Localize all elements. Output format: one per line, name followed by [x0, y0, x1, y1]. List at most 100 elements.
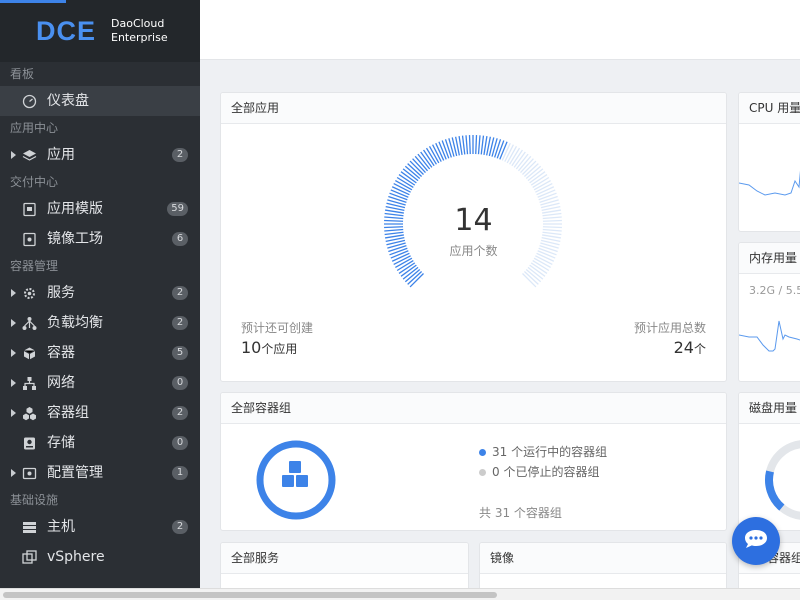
sidebar-item-label: 镜像工场	[47, 231, 103, 247]
sidebar-item[interactable]: vSphere	[0, 542, 200, 572]
sidebar-item-label: 服务	[47, 285, 75, 301]
can-create-number: 10	[241, 338, 262, 357]
chat-bubble-icon	[745, 530, 767, 548]
sidebar-item[interactable]: 仪表盘	[0, 86, 200, 116]
gauge-tick	[480, 135, 485, 155]
sidebar-item[interactable]: 应用 2	[0, 140, 200, 170]
sidebar-item[interactable]: 主机 2	[0, 512, 200, 542]
sidebar-item-label: 容器	[47, 345, 75, 361]
total-apps-number: 24	[673, 338, 694, 357]
layers-icon	[22, 150, 37, 161]
scrollbar-thumb[interactable]	[3, 592, 497, 598]
expand-caret-icon[interactable]	[11, 379, 16, 387]
sidebar: DCE DaoCloud Enterprise 看板 仪表盘 应用中心 应用 2 交付中心…	[0, 0, 200, 588]
sidebar-item[interactable]: 容器 5	[0, 338, 200, 368]
gauge-tick	[461, 135, 466, 155]
sidebar-item-label: 应用	[47, 147, 75, 163]
cpu-sparkline	[739, 170, 800, 196]
pods-running-text: 31 个运行中的容器组	[492, 445, 608, 459]
sidebar-item[interactable]: 容器组 2	[0, 398, 200, 428]
total-apps-value: 24个	[674, 338, 706, 357]
load-balancer-icon	[22, 317, 37, 330]
top-progress-line	[0, 0, 66, 3]
horizontal-scrollbar[interactable]	[0, 588, 800, 600]
gauge-tick	[441, 140, 450, 159]
can-create-unit: 个应用	[261, 342, 298, 356]
all-apps-card: 全部应用 14 应用个数 预计还可创建 10个应用 预计应用总数 24个	[220, 92, 727, 382]
sidebar-section-title: 应用中心	[10, 121, 59, 135]
sidebar-item[interactable]: 镜像工场 6	[0, 224, 200, 254]
card-title[interactable]: CPU 用量	[739, 93, 800, 124]
count-badge: 0	[172, 376, 188, 390]
pods-stopped: 0 个已停止的容器组	[479, 463, 599, 480]
logo[interactable]: DCE DaoCloud Enterprise	[0, 0, 200, 62]
sidebar-item[interactable]: 配置管理 1	[0, 458, 200, 488]
gauge-tick	[496, 140, 505, 159]
memory-usage-card: 内存用量 3.2G / 5.5	[738, 242, 800, 382]
count-badge: 6	[172, 232, 188, 246]
gauge-tick	[465, 135, 469, 155]
image-factory-icon	[23, 232, 36, 247]
chat-button[interactable]	[732, 517, 780, 565]
card-title[interactable]: 全部容器组	[221, 393, 726, 424]
expand-caret-icon[interactable]	[11, 289, 16, 297]
card-title[interactable]: 全部应用	[221, 93, 726, 124]
sidebar-item[interactable]: 负载均衡 2	[0, 308, 200, 338]
expand-caret-icon[interactable]	[11, 349, 16, 357]
sidebar-item-label: 仪表盘	[47, 93, 89, 109]
sidebar-section-title: 交付中心	[10, 175, 59, 189]
sidebar-item[interactable]: 网络 0	[0, 368, 200, 398]
logo-mark: DCE	[36, 16, 97, 46]
gauge-tick	[538, 192, 557, 201]
card-title[interactable]: 磁盘用量	[739, 393, 800, 424]
total-apps-unit: 个	[693, 342, 706, 356]
sidebar-section-title: 容器管理	[10, 259, 59, 273]
expand-caret-icon[interactable]	[11, 151, 16, 159]
pods-ring	[256, 440, 336, 520]
can-create-value: 10个应用	[241, 338, 297, 357]
expand-caret-icon[interactable]	[11, 409, 16, 417]
total-apps-label: 预计应用总数	[633, 321, 706, 335]
top-bar	[200, 0, 800, 60]
container-group-icon	[23, 407, 36, 421]
card-title[interactable]: 全部服务	[221, 543, 468, 574]
card-title[interactable]: 内存用量	[739, 243, 800, 274]
memory-sparkline	[739, 320, 800, 352]
storage-icon	[24, 437, 35, 450]
app-count-label: 应用个数	[449, 244, 498, 258]
gauge-tick	[477, 135, 481, 155]
host-icon	[23, 522, 36, 533]
main-content: 全部应用 14 应用个数 预计还可创建 10个应用 预计应用总数 24个 全部容…	[200, 0, 800, 588]
sidebar-item-label: 配置管理	[47, 465, 103, 481]
dashboard-icon	[22, 94, 37, 109]
memory-subtitle: 3.2G / 5.5	[749, 284, 800, 297]
logo-line2: Enterprise	[111, 31, 168, 44]
stopped-dot	[479, 469, 486, 476]
expand-caret-icon[interactable]	[11, 469, 16, 477]
network-icon	[23, 377, 36, 390]
all-pods-card: 全部容器组 31 个运行中的容器组 0 个已停止的容器组 共 31 个容器组	[220, 392, 727, 531]
sidebar-section-title: 看板	[10, 67, 35, 81]
container-icon	[23, 347, 36, 360]
count-badge: 5	[172, 346, 188, 360]
pods-total: 共 31 个容器组	[479, 506, 562, 520]
sidebar-item[interactable]: 应用模版 59	[0, 194, 200, 224]
all-services-card: 全部服务	[220, 542, 469, 588]
can-create-label: 预计还可创建	[241, 321, 314, 335]
expand-caret-icon[interactable]	[11, 319, 16, 327]
count-badge: 2	[172, 316, 188, 330]
sidebar-item-label: 容器组	[47, 405, 89, 421]
sidebar-item[interactable]: 存储 0	[0, 428, 200, 458]
count-badge: 59	[167, 202, 188, 216]
pods-stopped-text: 0 个已停止的容器组	[492, 465, 600, 479]
sidebar-item-label: 主机	[47, 519, 75, 535]
count-badge: 2	[172, 520, 188, 534]
sidebar-item-label: 存储	[47, 435, 75, 451]
disk-usage-card: 磁盘用量	[738, 392, 800, 531]
disk-ring	[765, 440, 800, 520]
sidebar-item[interactable]: 服务 2	[0, 278, 200, 308]
card-title[interactable]: 镜像	[480, 543, 726, 574]
gauge-tick	[468, 135, 471, 155]
gauge-tick	[389, 192, 408, 201]
cubes-icon	[282, 461, 308, 487]
